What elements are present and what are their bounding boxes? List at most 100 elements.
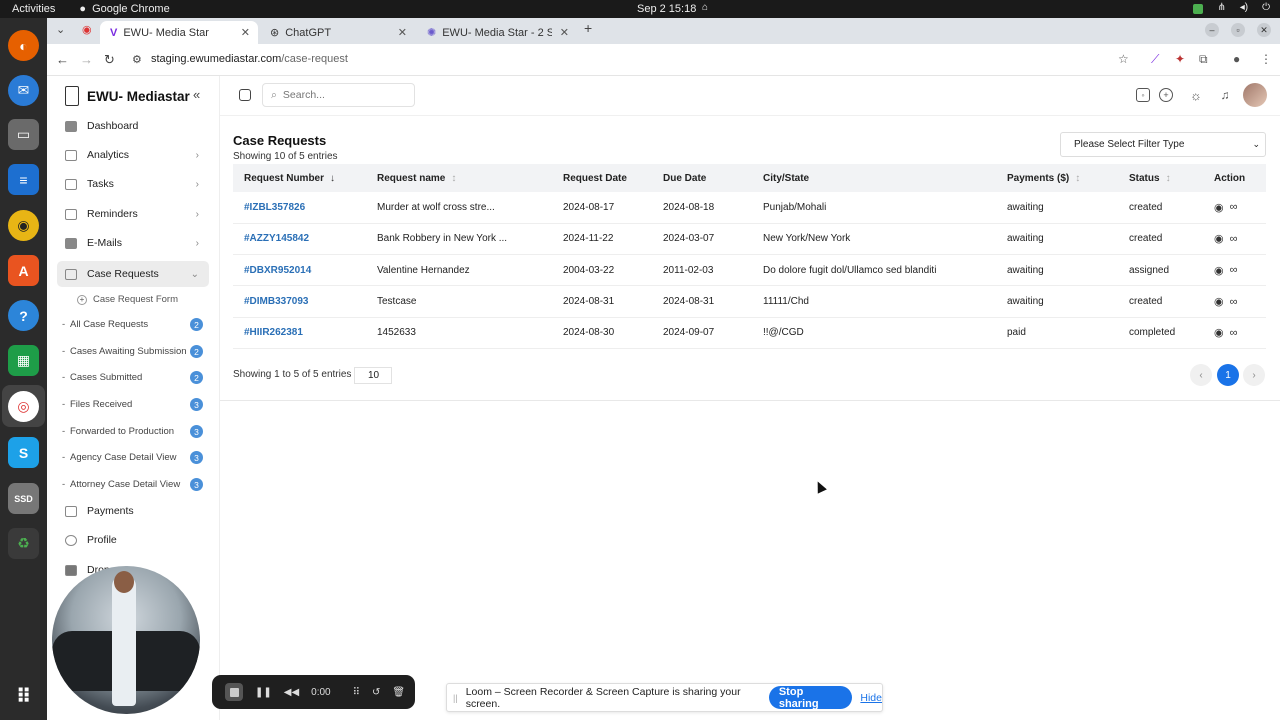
view-eye-icon[interactable]: ◉ xyxy=(1214,232,1224,245)
window-close-icon[interactable]: ✕ xyxy=(1257,23,1271,37)
maximize-icon[interactable]: ▫ xyxy=(1231,23,1245,37)
close-icon[interactable]: ✕ xyxy=(241,26,250,39)
case-link-agency-detail[interactable]: - Agency Case Detail View 3 xyxy=(62,451,209,464)
link-icon[interactable]: ∞ xyxy=(1230,327,1238,339)
request-number-link[interactable]: #HIIR262381 xyxy=(233,317,366,348)
tab-ewu-media-star[interactable]: V EWU- Media Star ✕ xyxy=(100,21,258,44)
col-request-date[interactable]: Request Date xyxy=(552,164,652,192)
search-box[interactable]: ⌕ xyxy=(262,83,415,107)
sidebar-sub-case-request-form[interactable]: + Case Request Form xyxy=(77,294,178,305)
chrome-dock-icon[interactable]: ◎ xyxy=(8,391,39,422)
pause-icon[interactable]: ❚❚ xyxy=(255,687,272,698)
case-link-awaiting-submission[interactable]: - Cases Awaiting Submission 2 xyxy=(62,345,209,358)
search-input[interactable] xyxy=(282,89,393,101)
sidebar-item-profile[interactable]: Profile xyxy=(57,527,209,553)
back-icon[interactable]: ← xyxy=(56,52,69,67)
help-icon[interactable]: ? xyxy=(8,300,39,331)
writer-icon[interactable]: ≡ xyxy=(8,164,39,195)
brand[interactable]: EWU- Mediastar xyxy=(65,86,190,106)
drag-handle-icon[interactable]: || xyxy=(453,693,458,703)
hide-button[interactable]: Hide xyxy=(860,692,882,704)
new-tab-icon[interactable]: + xyxy=(584,20,592,36)
recording-icon[interactable]: ◉ xyxy=(82,23,92,36)
view-eye-icon[interactable]: ◉ xyxy=(1214,264,1224,277)
clock[interactable]: Sep 2 15:18 xyxy=(637,3,696,15)
col-due-date[interactable]: Due Date xyxy=(652,164,752,192)
col-payments[interactable]: Payments ($) ↕ xyxy=(996,164,1118,192)
request-number-link[interactable]: #AZZY145842 xyxy=(233,223,366,254)
ssd-drive-icon[interactable]: SSD xyxy=(8,483,39,514)
delete-icon[interactable]: 🗑 xyxy=(392,687,405,698)
thunderbird-icon[interactable]: ✉ xyxy=(8,75,39,106)
tab-search-icon[interactable]: ⌄ xyxy=(56,23,65,36)
sidebar-item-emails[interactable]: E-Mails › xyxy=(57,230,209,256)
case-link-attorney-detail[interactable]: - Attorney Case Detail View 3 xyxy=(62,478,209,491)
case-link-files-received[interactable]: - Files Received 3 xyxy=(62,398,209,411)
notification-bell-icon[interactable]: ♫ xyxy=(1218,88,1232,102)
extensions-puzzle-icon[interactable]: ⧉ xyxy=(1199,52,1208,67)
table-row[interactable]: #DIMB337093 Testcase 2024-08-31 2024-08-… xyxy=(233,286,1266,318)
url-field[interactable]: staging.ewumediastar.com/case-request xyxy=(151,53,348,65)
collapse-sidebar-icon[interactable]: « xyxy=(193,87,200,102)
app-menu[interactable]: ● Google Chrome xyxy=(79,3,169,15)
reload-icon[interactable]: ↻ xyxy=(104,52,115,68)
activities-button[interactable]: Activities xyxy=(12,3,55,15)
firefox-icon[interactable]: ◐ xyxy=(8,30,39,61)
view-eye-icon[interactable]: ◉ xyxy=(1214,326,1224,339)
request-number-link[interactable]: #DBXR952014 xyxy=(233,255,366,286)
files-icon[interactable]: ▭ xyxy=(8,119,39,150)
page-number-current[interactable]: 1 xyxy=(1217,364,1239,386)
extension-badge-icon[interactable]: ✦ xyxy=(1175,52,1185,66)
close-icon[interactable]: ✕ xyxy=(560,26,569,39)
sidebar-item-reminders[interactable]: Reminders › xyxy=(57,201,209,227)
calc-icon[interactable]: ▦ xyxy=(8,345,39,376)
extension-pen-icon[interactable]: ⟋ xyxy=(1151,52,1159,67)
stop-recording-button[interactable] xyxy=(225,683,243,701)
col-status[interactable]: Status ↕ xyxy=(1118,164,1203,192)
rewind-icon[interactable]: ◀◀ xyxy=(284,687,299,698)
link-icon[interactable]: ∞ xyxy=(1230,233,1238,245)
close-icon[interactable]: ✕ xyxy=(398,26,407,39)
view-eye-icon[interactable]: ◉ xyxy=(1214,201,1224,214)
request-number-link[interactable]: #DIMB337093 xyxy=(233,286,366,317)
app-center-icon[interactable]: A xyxy=(8,255,39,286)
case-link-all[interactable]: - All Case Requests 2 xyxy=(62,318,209,331)
profile-icon[interactable]: ● xyxy=(1233,52,1240,66)
table-row[interactable]: #AZZY145842 Bank Robbery in New York ...… xyxy=(233,223,1266,255)
col-city-state[interactable]: City/State xyxy=(752,164,996,192)
trash-icon[interactable]: ♻ xyxy=(8,528,39,559)
calendar-icon[interactable] xyxy=(239,89,251,101)
col-request-number[interactable]: Request Number ↓ xyxy=(233,164,366,192)
minimize-icon[interactable]: – xyxy=(1205,23,1219,37)
site-info-icon[interactable]: ⚙ xyxy=(132,53,142,66)
table-row[interactable]: #DBXR952014 Valentine Hernandez 2004-03-… xyxy=(233,255,1266,286)
filter-select[interactable]: Please Select Filter Type ⌄ xyxy=(1060,132,1266,157)
tab-ewu-media-star-2[interactable]: ✺ EWU- Media Star - 2 Sept ✕ xyxy=(417,21,577,44)
tab-chatgpt[interactable]: ⊛ ChatGPT ✕ xyxy=(260,21,415,44)
chrome-menu-icon[interactable]: ⋮ xyxy=(1260,52,1272,66)
table-row[interactable]: #IZBL357826 Murder at wolf cross stre...… xyxy=(233,192,1266,224)
rhythmbox-icon[interactable]: ◉ xyxy=(8,210,39,241)
skype-icon[interactable]: S xyxy=(8,437,39,468)
request-number-link[interactable]: #IZBL357826 xyxy=(233,192,366,223)
table-row[interactable]: #HIIR262381 1452633 2024-08-30 2024-09-0… xyxy=(233,317,1266,349)
link-icon[interactable]: ∞ xyxy=(1230,201,1238,213)
theme-sun-icon[interactable]: ☼ xyxy=(1189,88,1203,103)
col-request-name[interactable]: Request name ↕ xyxy=(366,164,552,192)
sidebar-item-dashboard[interactable]: Dashboard xyxy=(57,113,209,139)
app-grid-icon[interactable]: ⠿ xyxy=(8,681,39,712)
stop-sharing-button[interactable]: Stop sharing xyxy=(768,686,853,710)
system-tray[interactable]: ⋔ ◂) ⏻ xyxy=(1193,2,1270,14)
bookmark-star-icon[interactable]: ☆ xyxy=(1118,52,1129,66)
restart-icon[interactable]: ↺ xyxy=(372,687,380,698)
case-link-forwarded-production[interactable]: - Forwarded to Production 3 xyxy=(62,425,209,438)
case-link-submitted[interactable]: - Cases Submitted 2 xyxy=(62,371,209,384)
forward-icon[interactable]: → xyxy=(80,52,93,67)
sidebar-item-analytics[interactable]: Analytics › xyxy=(57,142,209,168)
sidebar-item-case-requests[interactable]: Case Requests ⌄ xyxy=(57,261,209,287)
add-icon[interactable]: + xyxy=(1159,88,1173,102)
loom-camera-bubble[interactable] xyxy=(52,566,200,714)
drag-grid-icon[interactable]: ⠿ xyxy=(353,687,360,698)
link-icon[interactable]: ∞ xyxy=(1230,264,1238,276)
view-eye-icon[interactable]: ◉ xyxy=(1214,295,1224,308)
